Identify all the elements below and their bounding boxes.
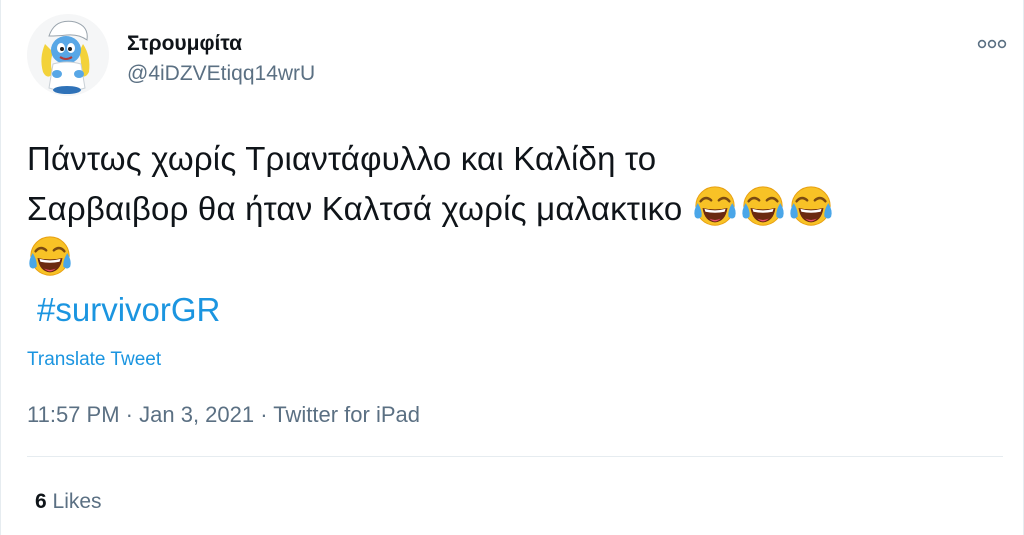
tweet-metadata: 11:57 PM · Jan 3, 2021 · Twitter for iPa…: [27, 400, 420, 430]
tweet-text-line-2: Σαρβαιβορ θα ήταν Καλτσά χωρίς μαλακτικο: [27, 184, 1007, 234]
avatar[interactable]: [27, 14, 109, 96]
face-with-tears-of-joy-icon: [692, 184, 738, 230]
meta-separator: ·: [125, 402, 133, 427]
tweet-card: Στρουμφίτα @4iDZVEtiqq14wrU Πάντως χωρίς…: [0, 0, 1024, 535]
tweet-text-line-2-words: Σαρβαιβορ θα ήταν Καλτσά χωρίς μαλακτικο: [27, 190, 683, 227]
divider: [27, 456, 1003, 457]
face-with-tears-of-joy-icon: [740, 184, 786, 230]
tweet-source[interactable]: Twitter for iPad: [273, 402, 420, 427]
likes-label: Likes: [52, 490, 102, 513]
tweet-text-line-1: Πάντως χωρίς Τριαντάφυλλο και Καλίδη το: [27, 140, 657, 177]
translate-tweet-link[interactable]: Translate Tweet: [27, 347, 161, 373]
meta-separator: ·: [260, 402, 268, 427]
face-with-tears-of-joy-icon: [27, 234, 73, 280]
more-options-button[interactable]: [977, 34, 1007, 54]
display-name[interactable]: Στρουμφίτα: [127, 30, 315, 58]
face-with-tears-of-joy-icon: [788, 184, 834, 230]
likes-stat[interactable]: 6 Likes: [35, 488, 102, 516]
user-handle[interactable]: @4iDZVEtiqq14wrU: [127, 60, 315, 88]
likes-count: 6: [35, 490, 47, 513]
tweet-date[interactable]: Jan 3, 2021: [139, 402, 254, 427]
smurfette-avatar-icon: [27, 14, 109, 96]
tweet-text-line-3: [27, 234, 1007, 284]
author-block: Στρουμφίτα @4iDZVEtiqq14wrU: [127, 30, 315, 88]
tweet-text: Πάντως χωρίς Τριαντάφυλλο και Καλίδη το …: [27, 134, 1007, 284]
tweet-header: Στρουμφίτα @4iDZVEtiqq14wrU: [27, 14, 1007, 106]
tweet-time[interactable]: 11:57 PM: [27, 402, 120, 427]
hashtag-link[interactable]: #survivorGR: [37, 288, 220, 332]
more-options-icon: [977, 39, 1007, 49]
